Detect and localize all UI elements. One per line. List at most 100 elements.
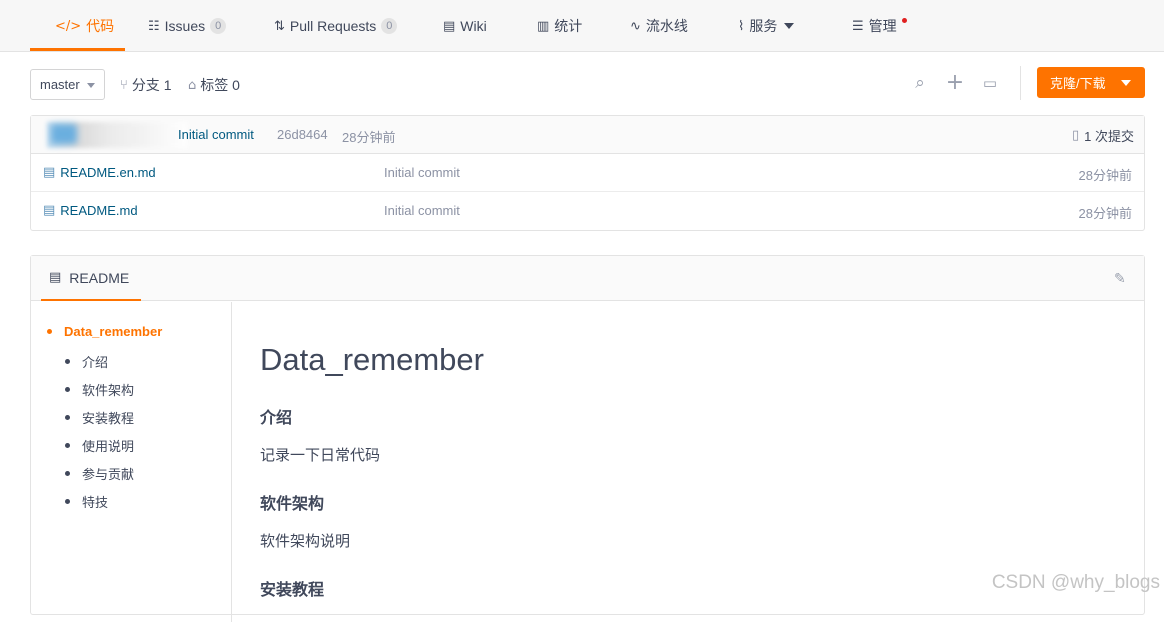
- tab-code[interactable]: </> 代码: [55, 0, 114, 52]
- wiki-icon: ▤: [443, 18, 456, 34]
- toc-item-install[interactable]: 安装教程: [65, 408, 134, 427]
- tab-label: Wiki: [460, 18, 487, 34]
- commit-count-link[interactable]: ▯ 1 次提交: [1072, 126, 1134, 145]
- bullet: [65, 443, 70, 448]
- toc-label: 软件架构: [82, 383, 135, 398]
- toc-label: 安装教程: [82, 411, 135, 426]
- toc-item-features[interactable]: 特技: [65, 492, 108, 511]
- toc-item-data-remember[interactable]: Data_remember: [47, 324, 162, 339]
- toc-label: 特技: [82, 495, 109, 510]
- readme-header: ▤ README ✎: [31, 256, 1144, 301]
- file-link[interactable]: ▤ README.md: [43, 203, 138, 218]
- bullet: [65, 387, 70, 392]
- bullet: [65, 415, 70, 420]
- tab-manage[interactable]: ☰ 管理: [852, 0, 897, 52]
- pull-request-icon: ⇅: [274, 18, 285, 34]
- repo-nav-tabs: </> 代码 ☷ Issues 0 ⇅ Pull Requests 0 ▤ Wi…: [0, 0, 1164, 52]
- commit-history-icon: ▯: [1072, 128, 1080, 143]
- bullet: [47, 329, 52, 334]
- readme-tab-label: README: [69, 269, 130, 286]
- code-icon: </>: [55, 18, 82, 34]
- readme-tab[interactable]: ▤ README: [41, 256, 141, 301]
- branch-selector[interactable]: master: [30, 69, 105, 100]
- bullet: [65, 359, 70, 364]
- file-name: README.en.md: [60, 165, 156, 180]
- chevron-down-icon: [784, 23, 795, 29]
- section-text: 记录一下日常代码: [260, 447, 381, 464]
- search-icon[interactable]: ⌕: [910, 73, 930, 93]
- latest-commit-row: Initial commit 26d8464 28分钟前 ▯ 1 次提交: [31, 116, 1144, 154]
- toc-item-architecture[interactable]: 软件架构: [65, 380, 134, 399]
- toc-label: 使用说明: [82, 439, 135, 454]
- toc-label: 介绍: [82, 355, 109, 370]
- readme-file-icon: ▤: [43, 165, 56, 180]
- section-heading: 安装教程: [260, 582, 325, 599]
- chevron-down-icon: [1121, 80, 1131, 86]
- section-text: 软件架构说明: [260, 533, 351, 550]
- readme-panel: ▤ README ✎ Data_remember 介绍 软件架构 安装教程 使用…: [30, 255, 1145, 622]
- chevron-down-icon: [87, 83, 95, 88]
- file-commit-message[interactable]: Initial commit: [384, 165, 460, 180]
- readme-file-icon: ▤: [43, 203, 56, 218]
- issues-icon: ☷: [148, 18, 160, 34]
- branch-icon: ⑂: [120, 77, 128, 93]
- file-commit-message[interactable]: Initial commit: [384, 203, 460, 218]
- file-name: README.md: [60, 203, 138, 218]
- file-row: ▤ README.en.md Initial commit 28分钟前: [31, 154, 1144, 192]
- toc-label: Data_remember: [64, 324, 163, 339]
- section-heading: 介绍: [260, 410, 293, 427]
- tags-label: 标签 0: [200, 77, 240, 93]
- branch-name: master: [40, 77, 80, 92]
- web-ide-icon[interactable]: ▭: [980, 73, 1000, 93]
- stats-icon: ▥: [537, 18, 550, 34]
- tab-services[interactable]: ⌇ 服务: [738, 0, 795, 52]
- tab-pull-requests[interactable]: ⇅ Pull Requests 0: [274, 0, 398, 52]
- csdn-watermark: CSDN @why_blogs: [991, 572, 1160, 593]
- file-row: ▤ README.md Initial commit 28分钟前: [31, 192, 1144, 230]
- author-avatar-blurred: [47, 122, 187, 148]
- tab-label: Pull Requests: [289, 18, 377, 34]
- file-link[interactable]: ▤ README.en.md: [43, 165, 156, 180]
- tab-label: 统计: [554, 18, 583, 34]
- tab-label: Issues: [164, 18, 206, 34]
- file-commit-time: 28分钟前: [1078, 168, 1132, 183]
- tab-label: 流水线: [645, 18, 688, 34]
- tab-wiki[interactable]: ▤ Wiki: [443, 0, 487, 52]
- tab-label: 管理: [868, 18, 897, 34]
- file-commit-time: 28分钟前: [1078, 206, 1132, 221]
- clone-download-button[interactable]: 克隆/下载: [1037, 67, 1145, 98]
- bullet: [65, 471, 70, 476]
- commit-hash-link[interactable]: 26d8464: [277, 127, 328, 142]
- tab-pipeline[interactable]: ∿ 流水线: [630, 0, 688, 52]
- notification-dot: [902, 18, 907, 23]
- toolbar-divider: [1020, 66, 1021, 100]
- tab-stats[interactable]: ▥ 统计: [537, 0, 582, 52]
- tags-link[interactable]: ⌂ 标签 0: [188, 75, 240, 95]
- tag-icon: ⌂: [188, 77, 197, 93]
- edit-icon[interactable]: ✎: [1114, 271, 1130, 287]
- toc-item-intro[interactable]: 介绍: [65, 352, 108, 371]
- commit-count-label: 1 次提交: [1084, 129, 1134, 144]
- toc-item-usage[interactable]: 使用说明: [65, 436, 134, 455]
- pipeline-icon: ∿: [630, 18, 641, 34]
- active-tab-indicator: [30, 48, 125, 51]
- readme-title: Data_remember: [260, 342, 484, 377]
- commit-time: 28分钟前: [342, 130, 396, 145]
- branches-link[interactable]: ⑂ 分支 1: [120, 75, 172, 95]
- pull-requests-count-badge: 0: [381, 18, 398, 34]
- add-icon[interactable]: +: [945, 72, 965, 94]
- section-heading: 软件架构: [260, 496, 325, 513]
- tab-label: 代码: [86, 18, 115, 34]
- toc-item-contribute[interactable]: 参与贡献: [65, 464, 134, 483]
- clone-button-label: 克隆/下载: [1050, 76, 1106, 91]
- tab-label: 服务: [749, 18, 778, 34]
- tab-issues[interactable]: ☷ Issues 0: [148, 0, 227, 52]
- toc-label: 参与贡献: [82, 467, 135, 482]
- services-icon: ⌇: [738, 18, 745, 34]
- branches-label: 分支 1: [131, 77, 172, 93]
- bullet: [65, 499, 70, 504]
- commit-message-link[interactable]: Initial commit: [178, 127, 254, 142]
- manage-icon: ☰: [852, 18, 864, 34]
- readme-toc: Data_remember 介绍 软件架构 安装教程 使用说明 参与贡献 特技: [31, 302, 232, 622]
- issues-count-badge: 0: [210, 18, 227, 34]
